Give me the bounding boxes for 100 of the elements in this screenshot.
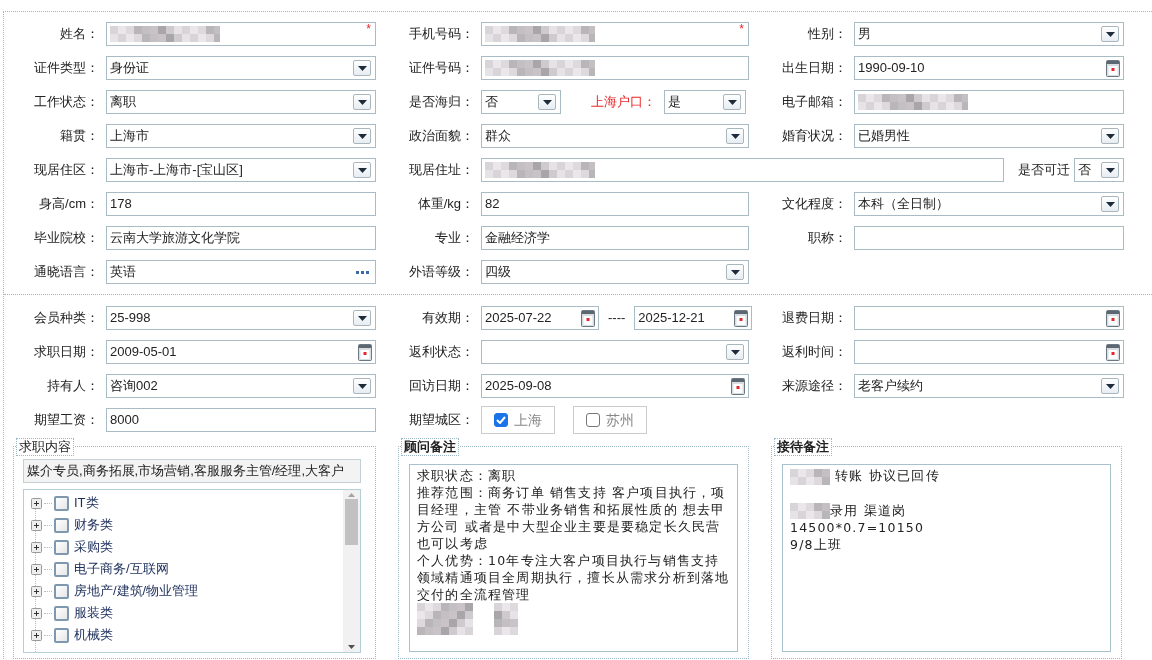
select-field[interactable]: 否 <box>1074 158 1124 182</box>
checkbox[interactable] <box>54 583 69 599</box>
checkbox[interactable] <box>54 539 69 555</box>
expand-icon[interactable] <box>31 629 42 641</box>
dropdown-button[interactable] <box>353 128 371 144</box>
field-label: 身高/cm： <box>38 196 100 212</box>
select-field[interactable]: 身份证 <box>106 56 376 80</box>
dropdown-button[interactable] <box>538 94 556 110</box>
dropdown-button[interactable] <box>353 94 371 110</box>
tree-item-label[interactable]: 采购类 <box>74 539 113 555</box>
input-field[interactable]: * <box>106 22 376 46</box>
select-field[interactable]: 咨询002 <box>106 374 376 398</box>
select-field[interactable]: 男 <box>854 22 1124 46</box>
select-field[interactable]: 四级 <box>481 260 749 284</box>
select-field[interactable]: 上海市-上海市-[宝山区] <box>106 158 376 182</box>
date-field[interactable]: 2025-07-22 <box>481 306 599 330</box>
caret-icon <box>730 133 740 139</box>
checkbox[interactable] <box>54 495 69 511</box>
dropdown-button[interactable] <box>726 264 744 280</box>
tree-item-label[interactable]: IT类 <box>74 495 99 511</box>
calendar-icon[interactable] <box>1106 309 1120 327</box>
dropdown-button[interactable] <box>353 162 371 178</box>
dropdown-button[interactable] <box>1101 378 1119 394</box>
notes-area[interactable]: 求职状态：离职 推荐范围：商务订单 销售支持 客户项目执行，项目经理，主管 不带业务销售和拓展性质的 想去甲方公司 或者是中大型企业主要是要稳定长久民营也可以考虑 个人优势：10年专注大客户项目执行与销售支持领域精通项目全周期执行，擅长从需求分析到落地交付的全流程管理 <box>409 464 738 652</box>
expand-icon[interactable] <box>31 585 42 597</box>
input-field[interactable]: 178 <box>106 192 376 216</box>
field-label: 文化程度： <box>781 196 848 212</box>
select-field[interactable]: 离职 <box>106 90 376 114</box>
scroll-down-icon[interactable] <box>348 645 355 649</box>
select-field[interactable]: 本科（全日制） <box>854 192 1124 216</box>
input-field[interactable]: 8000 <box>106 408 376 432</box>
select-field[interactable] <box>481 340 749 364</box>
checkbox[interactable] <box>54 627 69 643</box>
select-field[interactable]: 上海市 <box>106 124 376 148</box>
select-field[interactable]: 群众 <box>481 124 749 148</box>
more-icon[interactable] <box>356 269 369 275</box>
field-label: 求职日期： <box>33 344 100 360</box>
caret-icon <box>357 383 367 389</box>
calendar-icon[interactable] <box>581 309 595 327</box>
calendar-icon[interactable] <box>1106 59 1120 77</box>
input-field[interactable]: 82 <box>481 192 749 216</box>
input-field[interactable] <box>481 158 1004 182</box>
input-field[interactable] <box>481 56 749 80</box>
tree-item-label[interactable]: 财务类 <box>74 517 113 533</box>
date-field[interactable]: 2009-05-01 <box>106 340 376 364</box>
dropdown-button[interactable] <box>1101 26 1119 42</box>
tree-item-label[interactable]: 机械类 <box>74 627 113 643</box>
checkbox[interactable] <box>54 517 69 533</box>
select-field[interactable]: 否 <box>481 90 561 114</box>
expand-icon[interactable] <box>31 563 42 575</box>
notes-area[interactable]: 转账 协议已回传 录用 渠道岗 14500*0.7=10150 9/8上班 <box>782 464 1111 652</box>
selection-field: 媒介专员,商务拓展,市场营销,客服服务主管/经理,大客户 <box>23 459 361 483</box>
calendar-icon[interactable] <box>731 377 745 395</box>
tree-item-label[interactable]: 电子商务/互联网 <box>74 561 169 577</box>
calendar-icon[interactable] <box>734 309 749 327</box>
expand-icon[interactable] <box>31 497 42 509</box>
input-field[interactable]: * <box>481 22 749 46</box>
date-field[interactable] <box>854 306 1124 330</box>
dropdown-button[interactable] <box>353 378 371 394</box>
checkbox[interactable] <box>54 561 69 577</box>
dropdown-button[interactable] <box>1101 128 1119 144</box>
dropdown-button[interactable] <box>723 94 741 110</box>
select-field[interactable]: 老客户续约 <box>854 374 1124 398</box>
tree-item-label[interactable]: 服装类 <box>74 605 113 621</box>
field-label: 婚育状况： <box>781 128 848 144</box>
select-field[interactable]: 是 <box>664 90 746 114</box>
date-field[interactable]: 2025-09-08 <box>481 374 749 398</box>
scrollbar[interactable] <box>343 490 360 652</box>
date-field[interactable]: 2025-12-21 <box>634 306 753 330</box>
dropdown-button[interactable] <box>353 60 371 76</box>
city-option[interactable]: 上海 <box>481 406 555 434</box>
input-field[interactable] <box>854 226 1124 250</box>
dropdown-button[interactable] <box>1101 196 1119 212</box>
checkbox[interactable] <box>586 413 600 427</box>
note-text: 推荐范围：商务订单 销售支持 客户项目执行，项目经理，主管 不带业务销售和拓展性质的 想去甲方公司 或者是中大型企业主要是要稳定长久民营也可以考虑 <box>417 485 726 551</box>
tree-item-label[interactable]: 房地产/建筑/物业管理 <box>74 583 199 599</box>
select-field[interactable]: 25-998 <box>106 306 376 330</box>
caret-icon <box>542 99 552 105</box>
checkbox[interactable] <box>54 605 69 621</box>
expand-icon[interactable] <box>31 519 42 531</box>
calendar-icon[interactable] <box>358 343 372 361</box>
expand-icon[interactable] <box>31 607 42 619</box>
date-field[interactable]: 1990-09-10 <box>854 56 1124 80</box>
select-field[interactable]: 已婚男性 <box>854 124 1124 148</box>
field-label: 上海户口： <box>590 94 657 110</box>
dropdown-button[interactable] <box>726 344 744 360</box>
note-text: 转账 协议已回传 <box>834 468 940 483</box>
dropdown-button[interactable] <box>353 310 371 326</box>
scroll-thumb[interactable] <box>345 499 358 545</box>
input-field[interactable]: 金融经济学 <box>481 226 749 250</box>
lookup-field[interactable]: 英语 <box>106 260 376 284</box>
dropdown-button[interactable] <box>1101 162 1119 178</box>
calendar-icon[interactable] <box>1106 343 1120 361</box>
dropdown-button[interactable] <box>726 128 744 144</box>
expand-icon[interactable] <box>31 541 42 553</box>
date-field[interactable] <box>854 340 1124 364</box>
input-field[interactable]: 云南大学旅游文化学院 <box>106 226 376 250</box>
checkbox[interactable] <box>494 413 508 427</box>
city-option[interactable]: 苏州 <box>573 406 647 434</box>
input-field[interactable] <box>854 90 1124 114</box>
